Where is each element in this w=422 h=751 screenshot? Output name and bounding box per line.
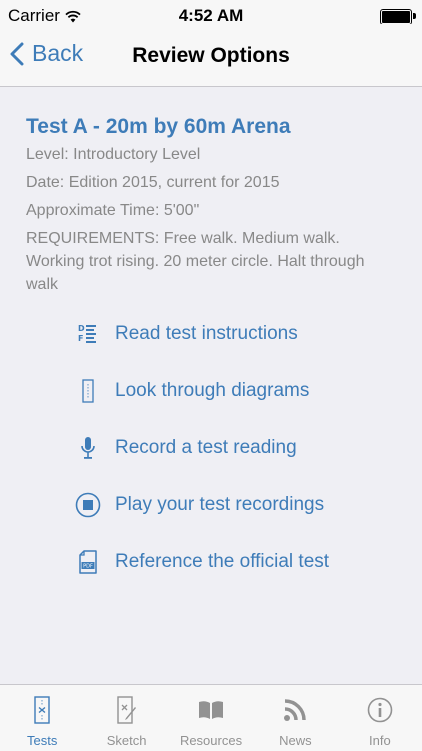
- tab-sketch-label: Sketch: [106, 733, 147, 748]
- play-recordings-option[interactable]: Play your test recordings: [74, 489, 324, 521]
- svg-text:D: D: [78, 324, 85, 333]
- svg-text:PDF: PDF: [83, 564, 93, 570]
- instructions-icon: D F: [74, 320, 102, 348]
- tab-info-label: Info: [368, 733, 391, 748]
- read-instructions-label: Read test instructions: [115, 323, 298, 344]
- record-reading-label: Record a test reading: [115, 437, 297, 458]
- tab-news-label: News: [279, 733, 312, 748]
- test-level: Level: Introductory Level: [26, 146, 201, 163]
- battery-icon: [380, 9, 416, 25]
- reference-official-test-option[interactable]: PDF Reference the official test: [74, 546, 329, 578]
- page-title: Review Options: [132, 44, 290, 67]
- play-recordings-label: Play your test recordings: [115, 494, 325, 515]
- navigation-bar: Back Review Options: [0, 24, 422, 87]
- read-instructions-option[interactable]: D F Read test instructions: [74, 318, 298, 350]
- sketch-icon: [116, 695, 138, 725]
- record-reading-option[interactable]: Record a test reading: [74, 432, 297, 464]
- tab-resources[interactable]: Resources: [169, 685, 253, 751]
- info-icon: [367, 695, 393, 725]
- rss-icon: [283, 695, 307, 725]
- pdf-icon: PDF: [74, 548, 102, 576]
- tab-tests-label: Tests: [27, 733, 58, 748]
- svg-text:F: F: [78, 334, 83, 343]
- tab-resources-label: Resources: [179, 733, 243, 748]
- look-diagrams-option[interactable]: Look through diagrams: [74, 375, 309, 407]
- test-date: Date: Edition 2015, current for 2015: [26, 174, 280, 191]
- tab-bar: Tests Sketch Resources News Info: [0, 684, 422, 751]
- diagram-icon: [74, 377, 102, 405]
- test-requirements: REQUIREMENTS: Free walk. Medium walk. Wo…: [26, 230, 365, 293]
- test-approximate-time: Approximate Time: 5'00": [26, 202, 200, 219]
- play-recording-icon: [74, 491, 102, 519]
- status-time: 4:52 AM: [178, 6, 244, 25]
- look-diagrams-label: Look through diagrams: [115, 380, 310, 401]
- tab-tests[interactable]: Tests: [0, 685, 84, 751]
- tab-sketch[interactable]: Sketch: [84, 685, 168, 751]
- book-icon: [197, 695, 225, 725]
- test-title: Test A - 20m by 60m Arena: [26, 115, 291, 138]
- microphone-icon: [74, 434, 102, 462]
- reference-official-test-label: Reference the official test: [115, 551, 330, 572]
- tab-info[interactable]: Info: [338, 685, 422, 751]
- tests-icon: [33, 695, 51, 725]
- tab-news[interactable]: News: [253, 685, 337, 751]
